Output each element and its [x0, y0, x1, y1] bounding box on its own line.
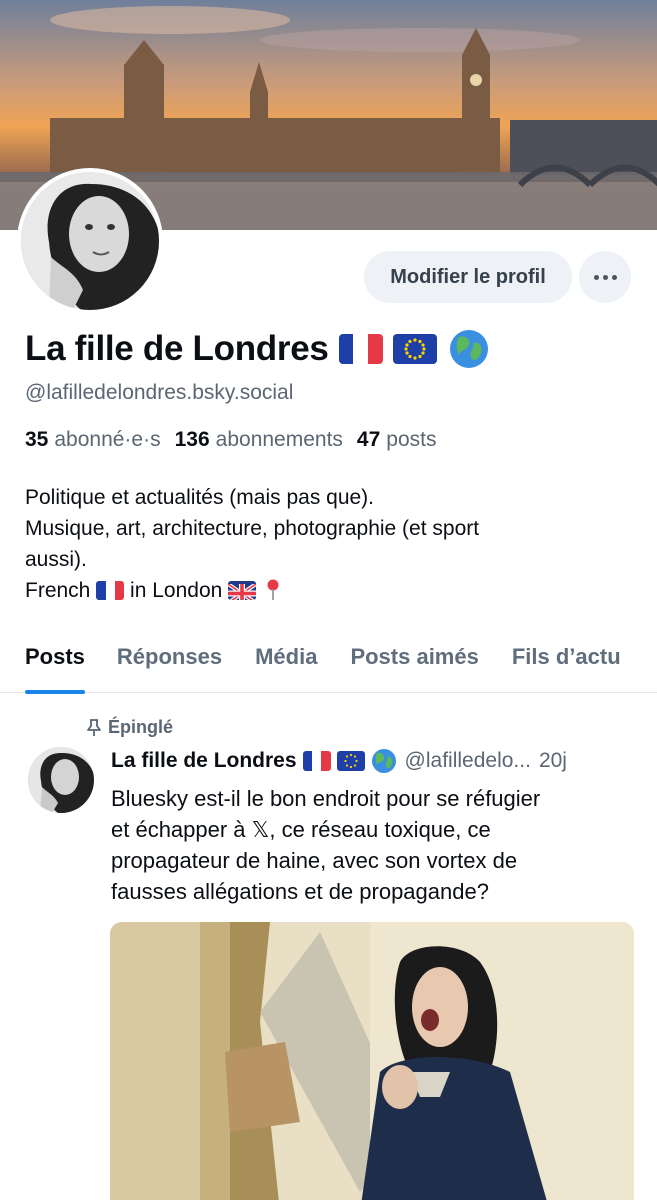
posts-count: 47	[356, 428, 381, 451]
more-horizontal-icon	[592, 274, 619, 280]
post-text-line: fausses allégations et de propagande?	[111, 879, 489, 904]
location-pin-icon	[266, 579, 280, 601]
bio-text: in London	[130, 579, 223, 602]
pinned-label: Épinglé	[108, 717, 174, 737]
tab-replies[interactable]: Réponses	[117, 640, 222, 692]
profile-handle: @lafilledelondres.bsky.social	[25, 381, 294, 404]
edit-profile-button[interactable]: Modifier le profil	[364, 251, 572, 303]
display-name-row: La fille de Londres	[25, 326, 489, 372]
display-name: La fille de Londres	[25, 329, 329, 368]
globe-icon	[371, 748, 397, 774]
post-timestamp[interactable]: 20j	[539, 749, 567, 773]
bio-line: Musique, art, architecture, photographie…	[25, 517, 480, 540]
post-image[interactable]	[110, 922, 634, 1200]
flag-eu-icon	[336, 751, 365, 771]
profile-tabs: Posts Réponses Média Posts aimés Fils d’…	[0, 640, 657, 694]
posts-label: posts	[386, 428, 437, 451]
flag-fr-icon	[96, 581, 125, 600]
tab-media[interactable]: Média	[255, 640, 317, 692]
profile-stats: 35 abonné·e·s 136 abonnements 47 posts	[25, 428, 450, 452]
globe-icon	[449, 329, 489, 369]
active-tab-indicator	[25, 690, 85, 694]
bio-line: French in London	[25, 575, 625, 606]
bio-line: Politique et actualités (mais pas que).	[25, 486, 375, 509]
post-author-avatar[interactable]	[28, 747, 94, 813]
following-count[interactable]: 136	[175, 428, 210, 452]
flag-fr-icon	[302, 751, 331, 771]
flag-eu-icon	[392, 334, 437, 364]
post-author-handle[interactable]: @lafilledelo...	[405, 749, 531, 773]
profile-bio: Politique et actualités (mais pas que). …	[25, 482, 625, 606]
avatar-image	[21, 172, 159, 310]
post-text: Bluesky est-il le bon endroit pour se ré…	[111, 783, 631, 907]
bio-text: French	[25, 579, 91, 602]
flag-fr-icon	[338, 334, 383, 364]
followers-count[interactable]: 35	[25, 428, 48, 452]
bio-line: aussi).	[25, 548, 87, 571]
tab-liked-posts[interactable]: Posts aimés	[350, 640, 478, 692]
post-text-line: propagateur de haine, avec son vortex de	[111, 848, 518, 873]
pinned-indicator: Épinglé	[86, 717, 173, 738]
followers-label[interactable]: abonné·e·s	[54, 428, 160, 452]
more-options-button[interactable]	[579, 251, 631, 303]
tab-posts[interactable]: Posts	[25, 640, 85, 694]
pin-icon	[87, 718, 101, 736]
post-text-line: Bluesky est-il le bon endroit pour se ré…	[111, 786, 541, 811]
flag-uk-icon	[228, 581, 257, 600]
profile-avatar[interactable]	[17, 168, 163, 314]
tab-feeds[interactable]: Fils d’actu	[512, 640, 621, 692]
post-header: La fille de Londres @lafilledelo... 20j	[111, 748, 636, 774]
post-author-name[interactable]: La fille de Londres	[111, 749, 297, 773]
post-text-line: et échapper à 𝕏, ce réseau toxique, ce	[111, 817, 491, 842]
following-label[interactable]: abonnements	[216, 428, 343, 452]
